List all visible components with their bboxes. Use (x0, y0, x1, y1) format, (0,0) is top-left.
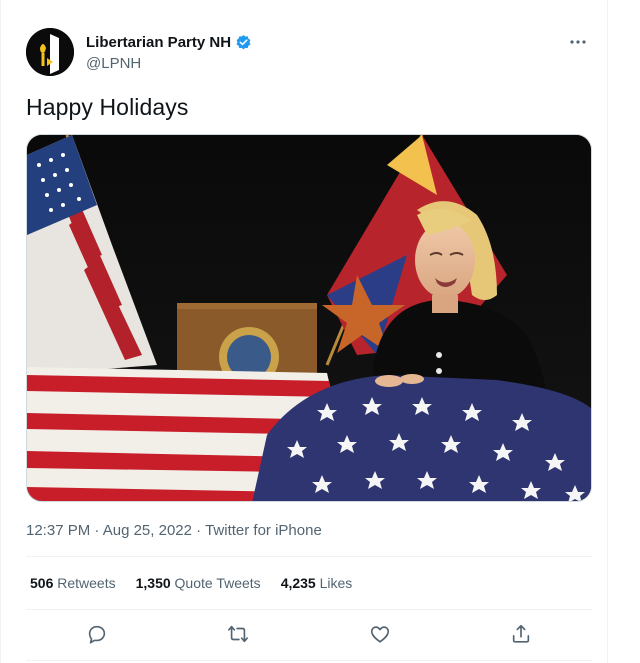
verified-badge-icon (235, 34, 252, 51)
name-row: Libertarian Party NH (86, 34, 252, 51)
divider (26, 556, 592, 557)
like-icon (370, 626, 389, 643)
tweet-text: Happy Holidays (26, 94, 189, 120)
share-button[interactable] (501, 618, 541, 650)
tweet-time[interactable]: 12:37 PM (26, 522, 90, 539)
tweet-stats: 506 Retweets 1,350 Quote Tweets 4,235 Li… (30, 575, 352, 591)
meta-separator: · (196, 522, 202, 539)
tweet-actions (26, 618, 592, 650)
reply-button[interactable] (77, 618, 117, 650)
more-icon (570, 40, 586, 44)
like-button[interactable] (360, 618, 400, 650)
divider (26, 609, 592, 610)
photo-memorial-scene (27, 135, 591, 501)
tweet-photo[interactable] (26, 134, 592, 502)
retweets-count: 506 (30, 575, 54, 591)
avatar[interactable] (26, 28, 74, 76)
display-name[interactable]: Libertarian Party NH (86, 34, 231, 51)
retweets-label: Retweets (57, 575, 116, 591)
more-options-button[interactable] (566, 30, 590, 54)
likes-count: 4,235 (280, 575, 316, 591)
meta-separator: · (94, 522, 100, 539)
retweet-icon (228, 625, 249, 643)
torch-logo-icon (26, 28, 74, 76)
tweet-metadata: 12:37 PM · Aug 25, 2022 · Twitter for iP… (26, 522, 322, 539)
quote-tweets-label: Quote Tweets (174, 575, 261, 591)
divider (26, 660, 592, 661)
likes-label: Likes (319, 575, 353, 591)
tweet-source[interactable]: Twitter for iPhone (205, 522, 322, 539)
user-handle[interactable]: @LPNH (86, 55, 141, 72)
retweet-button[interactable] (218, 618, 258, 650)
likes-stat[interactable]: 4,235 Likes (281, 575, 353, 591)
quote-tweets-stat[interactable]: 1,350 Quote Tweets (136, 575, 261, 591)
retweets-stat[interactable]: 506 Retweets (30, 575, 116, 591)
quote-tweets-count: 1,350 (135, 575, 171, 591)
column-border-left (0, 0, 1, 663)
tweet-date[interactable]: Aug 25, 2022 (103, 522, 192, 539)
share-icon (513, 624, 530, 643)
tweet-header: Libertarian Party NH @LPNH (26, 26, 592, 78)
sidebar-gutter (608, 0, 640, 663)
reply-icon (88, 625, 105, 644)
